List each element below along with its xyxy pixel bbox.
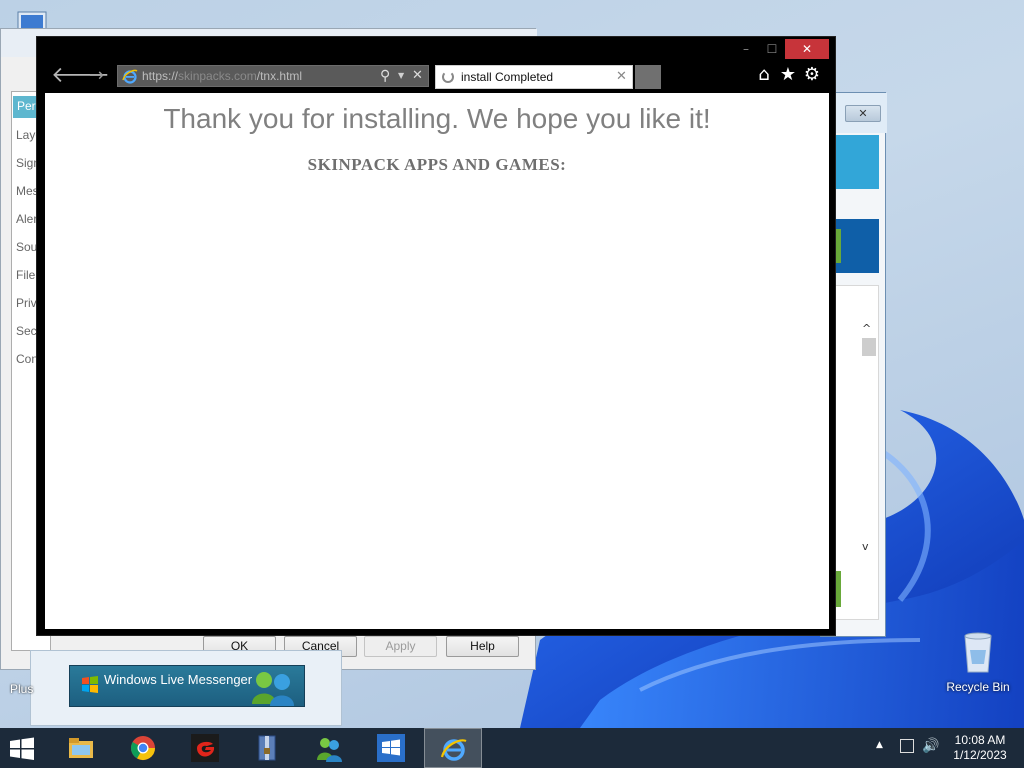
page-content: Thank you for installing. We hope you li…: [45, 93, 829, 629]
taskbar-file-explorer[interactable]: [52, 728, 110, 768]
loading-spinner-icon: [442, 71, 454, 83]
windows-logo-icon: [10, 737, 34, 760]
close-button[interactable]: ✕: [785, 39, 829, 59]
clock-time: 10:08 AM: [954, 733, 1006, 747]
messenger-banner[interactable]: Windows Live Messenger: [69, 665, 305, 707]
taskbar-internet-explorer[interactable]: [424, 728, 482, 768]
scroll-up-icon[interactable]: ^: [862, 322, 871, 335]
taskbar-messenger[interactable]: [300, 728, 358, 768]
maximize-button[interactable]: ☐: [763, 39, 781, 59]
home-icon[interactable]: ⌂: [753, 63, 775, 87]
gear-icon[interactable]: ⚙: [801, 63, 823, 87]
recycle-bin-icon: [961, 630, 995, 674]
windows-flag-icon: [82, 676, 98, 693]
close-icon[interactable]: ✕: [845, 105, 881, 122]
garena-icon: [191, 734, 219, 762]
scroll-down-icon[interactable]: v: [862, 540, 869, 553]
tab-title: install Completed: [461, 70, 554, 84]
new-tab-button[interactable]: [635, 65, 661, 89]
tab-close-icon[interactable]: ✕: [616, 68, 630, 86]
stop-icon[interactable]: ✕: [412, 66, 426, 86]
help-button[interactable]: Help: [446, 636, 519, 657]
chrome-icon: [130, 736, 155, 761]
volume-icon[interactable]: 🔊: [922, 738, 939, 754]
ie-browser-window: – ☐ ✕ 🡐 → https://skinpacks.com/tnx.html…: [36, 36, 836, 636]
chevron-down-icon[interactable]: ▼: [398, 66, 406, 86]
messenger-buddies-icon: [252, 672, 294, 706]
messenger-label: Windows Live Messenger: [104, 672, 253, 687]
page-title: Thank you for installing. We hope you li…: [163, 103, 711, 134]
folder-icon: [69, 738, 93, 758]
forward-arrow-icon[interactable]: →: [89, 63, 111, 89]
right-window-list-panel: ^ v: [835, 285, 879, 620]
messenger-window: Windows Live Messenger: [30, 650, 342, 726]
network-icon[interactable]: [900, 739, 914, 753]
start-button[interactable]: [6, 736, 38, 762]
section-heading: SKINPACK APPS AND GAMES:: [307, 155, 567, 174]
desktop-plus-label[interactable]: Plus: [10, 682, 33, 696]
chevron-up-icon[interactable]: ▲: [876, 740, 883, 750]
ie-logo-icon: [122, 69, 138, 84]
taskbar-chrome[interactable]: [114, 728, 172, 768]
taskbar-garena[interactable]: [176, 728, 234, 768]
search-icon[interactable]: ⚲: [380, 66, 396, 86]
messenger-icon: [317, 738, 342, 762]
right-window-tile: [835, 219, 879, 273]
address-url[interactable]: https://skinpacks.com/tnx.html: [142, 69, 302, 83]
windows-tiles-icon: [377, 734, 405, 762]
ie-icon: [440, 739, 467, 761]
address-bar[interactable]: https://skinpacks.com/tnx.html ⚲ ▼ ✕: [117, 65, 429, 87]
url-scheme: https://: [142, 69, 179, 83]
taskbar-winrar[interactable]: [238, 728, 296, 768]
url-path: /tnx.html: [256, 69, 303, 83]
taskbar: ▲ 🔊 10:08 AM 1/12/2023: [0, 728, 1024, 768]
tab-install-completed[interactable]: install Completed ✕: [435, 65, 633, 89]
recycle-bin[interactable]: Recycle Bin: [942, 630, 1014, 700]
scrollbar-thumb[interactable]: [862, 338, 876, 356]
favorites-star-icon[interactable]: ★: [777, 63, 799, 87]
right-window-header-block: [835, 135, 879, 189]
minimize-button[interactable]: –: [737, 39, 755, 59]
system-tray: ▲ 🔊: [872, 728, 942, 768]
taskbar-clock[interactable]: 10:08 AM 1/12/2023: [944, 733, 1016, 763]
archive-icon: [258, 735, 276, 761]
recycle-bin-label: Recycle Bin: [946, 680, 1010, 694]
apply-button[interactable]: Apply: [364, 636, 437, 657]
back-arrow-icon[interactable]: 🡐: [51, 63, 110, 89]
taskbar-start-menu-app[interactable]: [362, 728, 420, 768]
clock-date: 1/12/2023: [953, 748, 1007, 762]
url-domain: skinpacks.com: [178, 69, 257, 83]
